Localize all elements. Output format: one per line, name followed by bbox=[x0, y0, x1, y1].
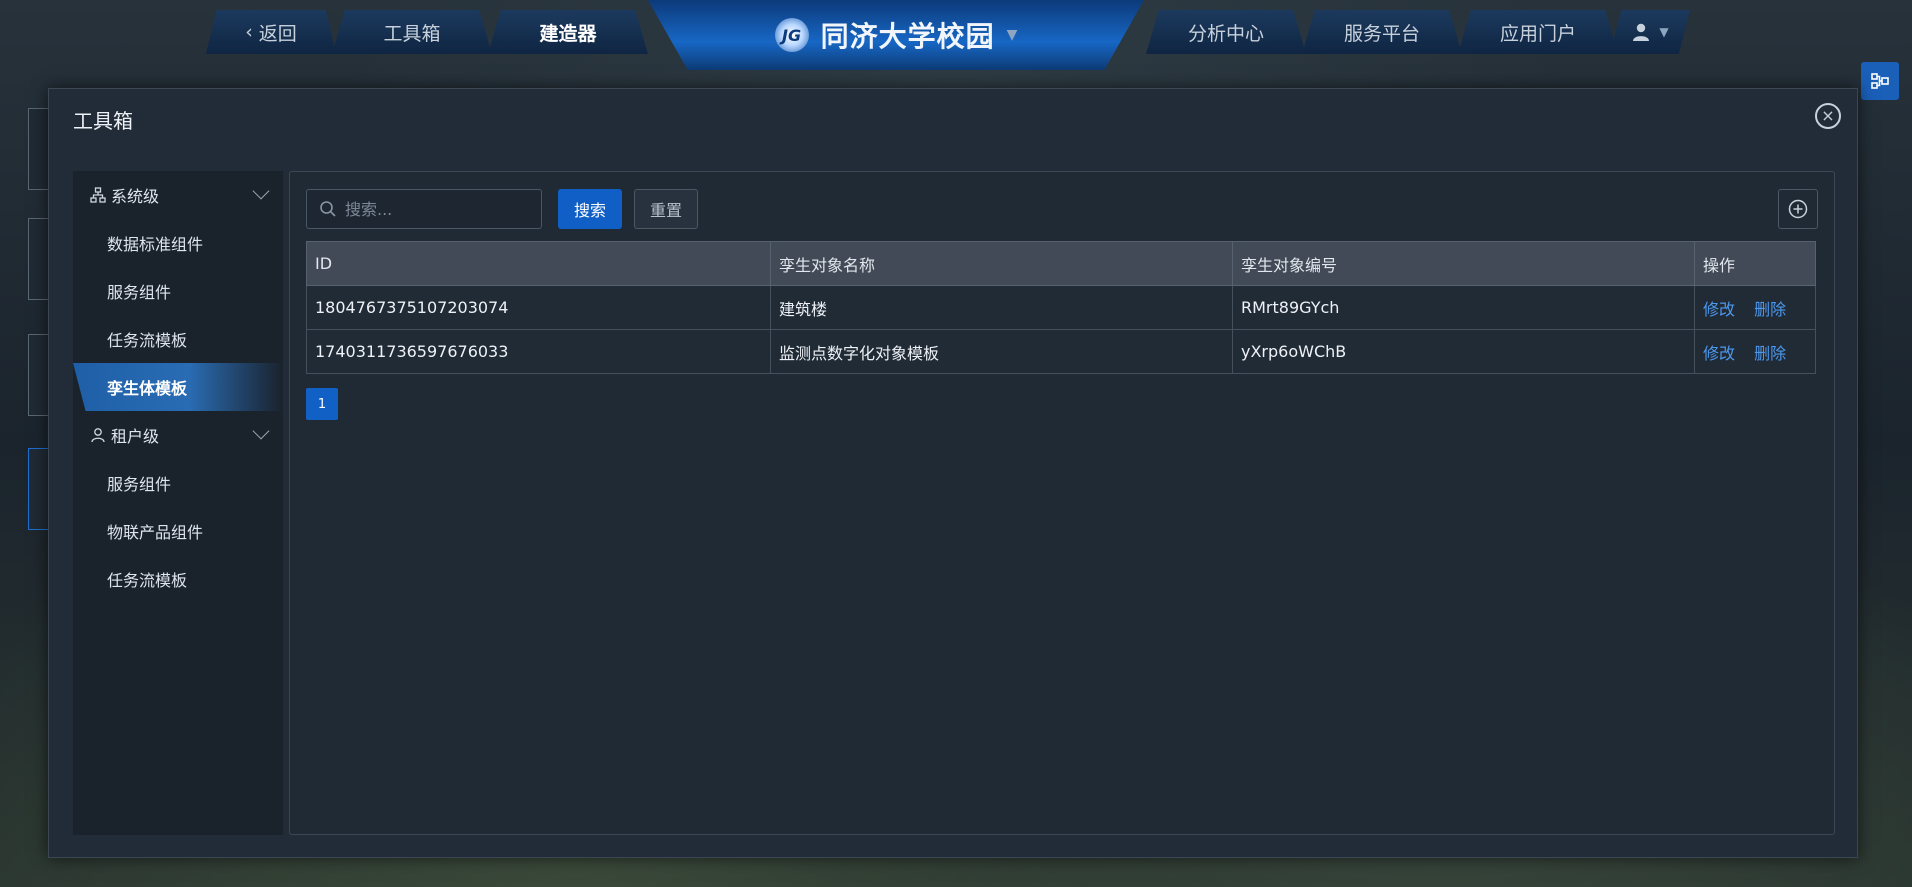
nav-service-platform[interactable]: 服务平台 bbox=[1302, 10, 1462, 54]
reset-button[interactable]: 重置 bbox=[634, 189, 698, 229]
twin-template-table: ID 孪生对象名称 孪生对象编号 操作 1804767375107203074 … bbox=[306, 241, 1816, 374]
sidebar-group-label: 租户级 bbox=[111, 427, 160, 446]
hierarchy-icon bbox=[90, 187, 106, 203]
sidebar-group-system[interactable]: 系统级 bbox=[73, 171, 283, 219]
sidebar-item-workflow-template[interactable]: 任务流模板 bbox=[73, 555, 283, 603]
nav-builder[interactable]: 建造器 bbox=[488, 10, 648, 54]
nav-service-label: 服务平台 bbox=[1343, 22, 1420, 45]
toolbox-sidebar: 系统级 数据标准组件 服务组件 任务流模板 孪生体模板 租户级 服务组件 物联产… bbox=[73, 171, 283, 835]
close-icon: × bbox=[1821, 106, 1835, 125]
cell-code: RMrt89GYch bbox=[1232, 285, 1695, 330]
layout-tree-icon bbox=[1871, 73, 1889, 89]
campus-logo-icon: JG bbox=[774, 18, 809, 52]
sidebar-item-label: 服务组件 bbox=[107, 475, 172, 494]
sidebar-item-label: 物联产品组件 bbox=[107, 523, 204, 542]
nav-builder-label: 建造器 bbox=[539, 22, 597, 45]
cell-name: 建筑楼 bbox=[770, 285, 1233, 330]
nav-analysis-label: 分析中心 bbox=[1187, 22, 1264, 45]
sidebar-group-label: 系统级 bbox=[111, 187, 160, 206]
search-button[interactable]: 搜索 bbox=[558, 189, 622, 229]
chevron-down-icon bbox=[252, 182, 270, 200]
user-icon bbox=[1633, 23, 1650, 41]
cell-actions: 修改 删除 bbox=[1694, 285, 1816, 330]
chevron-left-icon: ‹ bbox=[245, 21, 253, 43]
search-box bbox=[306, 189, 542, 229]
close-button[interactable]: × bbox=[1815, 103, 1841, 129]
back-label: 返回 bbox=[258, 22, 297, 45]
nav-toolbox[interactable]: 工具箱 bbox=[332, 10, 492, 54]
delete-link[interactable]: 删除 bbox=[1754, 344, 1786, 363]
cell-actions: 修改 删除 bbox=[1694, 329, 1816, 374]
search-icon bbox=[320, 201, 336, 217]
table-header-row: ID 孪生对象名称 孪生对象编号 操作 bbox=[306, 241, 1816, 286]
sidebar-item-label: 数据标准组件 bbox=[107, 235, 204, 254]
reset-button-label: 重置 bbox=[649, 201, 682, 220]
sidebar-item-iot-product[interactable]: 物联产品组件 bbox=[73, 507, 283, 555]
plus-circle-icon bbox=[1788, 199, 1808, 219]
cell-id: 1804767375107203074 bbox=[306, 285, 771, 330]
caret-down-icon: ▼ bbox=[1006, 27, 1018, 43]
layout-tool-button[interactable] bbox=[1861, 62, 1899, 100]
sidebar-item-service-component[interactable]: 服务组件 bbox=[73, 267, 283, 315]
search-input[interactable] bbox=[345, 199, 525, 219]
campus-title: 同济大学校园 bbox=[820, 20, 995, 53]
sidebar-item-service-component[interactable]: 服务组件 bbox=[73, 459, 283, 507]
caret-down-icon: ▼ bbox=[1659, 25, 1669, 39]
modal-title: 工具箱 bbox=[73, 109, 133, 133]
toolbox-modal: 工具箱 × 系统级 数据标准组件 服务组件 任务流模板 孪生体模板 租户级 服务… bbox=[48, 88, 1858, 858]
sidebar-item-workflow-template[interactable]: 任务流模板 bbox=[73, 315, 283, 363]
sidebar-item-label: 孪生体模板 bbox=[107, 379, 188, 398]
top-navigation: ‹ 返回 工具箱 建造器 JG 同济大学校园 ▼ 分析中心 服务平台 应用门户 … bbox=[0, 0, 1912, 72]
sidebar-item-label: 任务流模板 bbox=[107, 331, 188, 350]
delete-link[interactable]: 删除 bbox=[1754, 300, 1786, 319]
nav-toolbox-label: 工具箱 bbox=[383, 22, 441, 45]
cell-name: 监测点数字化对象模板 bbox=[770, 329, 1233, 374]
cell-id: 1740311736597676033 bbox=[306, 329, 771, 374]
chevron-down-icon bbox=[252, 422, 270, 440]
table-row: 1740311736597676033 监测点数字化对象模板 yXrp6oWCh… bbox=[306, 329, 1816, 374]
edit-link[interactable]: 修改 bbox=[1703, 300, 1735, 319]
table-row: 1804767375107203074 建筑楼 RMrt89GYch 修改 删除 bbox=[306, 285, 1816, 330]
sidebar-item-label: 服务组件 bbox=[107, 283, 172, 302]
campus-selector[interactable]: JG 同济大学校园 ▼ bbox=[648, 0, 1144, 70]
edit-link[interactable]: 修改 bbox=[1703, 344, 1735, 363]
cell-code: yXrp6oWChB bbox=[1232, 329, 1695, 374]
column-header-name[interactable]: 孪生对象名称 bbox=[770, 241, 1233, 286]
back-button[interactable]: ‹ 返回 bbox=[206, 10, 336, 54]
nav-analysis-center[interactable]: 分析中心 bbox=[1146, 10, 1306, 54]
column-header-code[interactable]: 孪生对象编号 bbox=[1232, 241, 1695, 286]
pagination-page-1[interactable]: 1 bbox=[306, 388, 338, 420]
user-menu[interactable]: ▼ bbox=[1610, 10, 1690, 54]
column-header-id[interactable]: ID bbox=[306, 241, 771, 286]
sidebar-item-twin-template[interactable]: 孪生体模板 bbox=[73, 363, 283, 411]
add-button[interactable] bbox=[1778, 189, 1818, 229]
sidebar-group-tenant[interactable]: 租户级 bbox=[73, 411, 283, 459]
sidebar-item-data-standard[interactable]: 数据标准组件 bbox=[73, 219, 283, 267]
content-panel: 搜索 重置 ID 孪生对象名称 孪生对象编号 操作 1804767 bbox=[289, 171, 1835, 835]
sidebar-item-label: 任务流模板 bbox=[107, 571, 188, 590]
user-outline-icon bbox=[91, 428, 105, 443]
search-button-label: 搜索 bbox=[573, 201, 606, 220]
nav-portal-label: 应用门户 bbox=[1499, 22, 1576, 45]
column-header-actions: 操作 bbox=[1694, 241, 1816, 286]
nav-app-portal[interactable]: 应用门户 bbox=[1458, 10, 1618, 54]
